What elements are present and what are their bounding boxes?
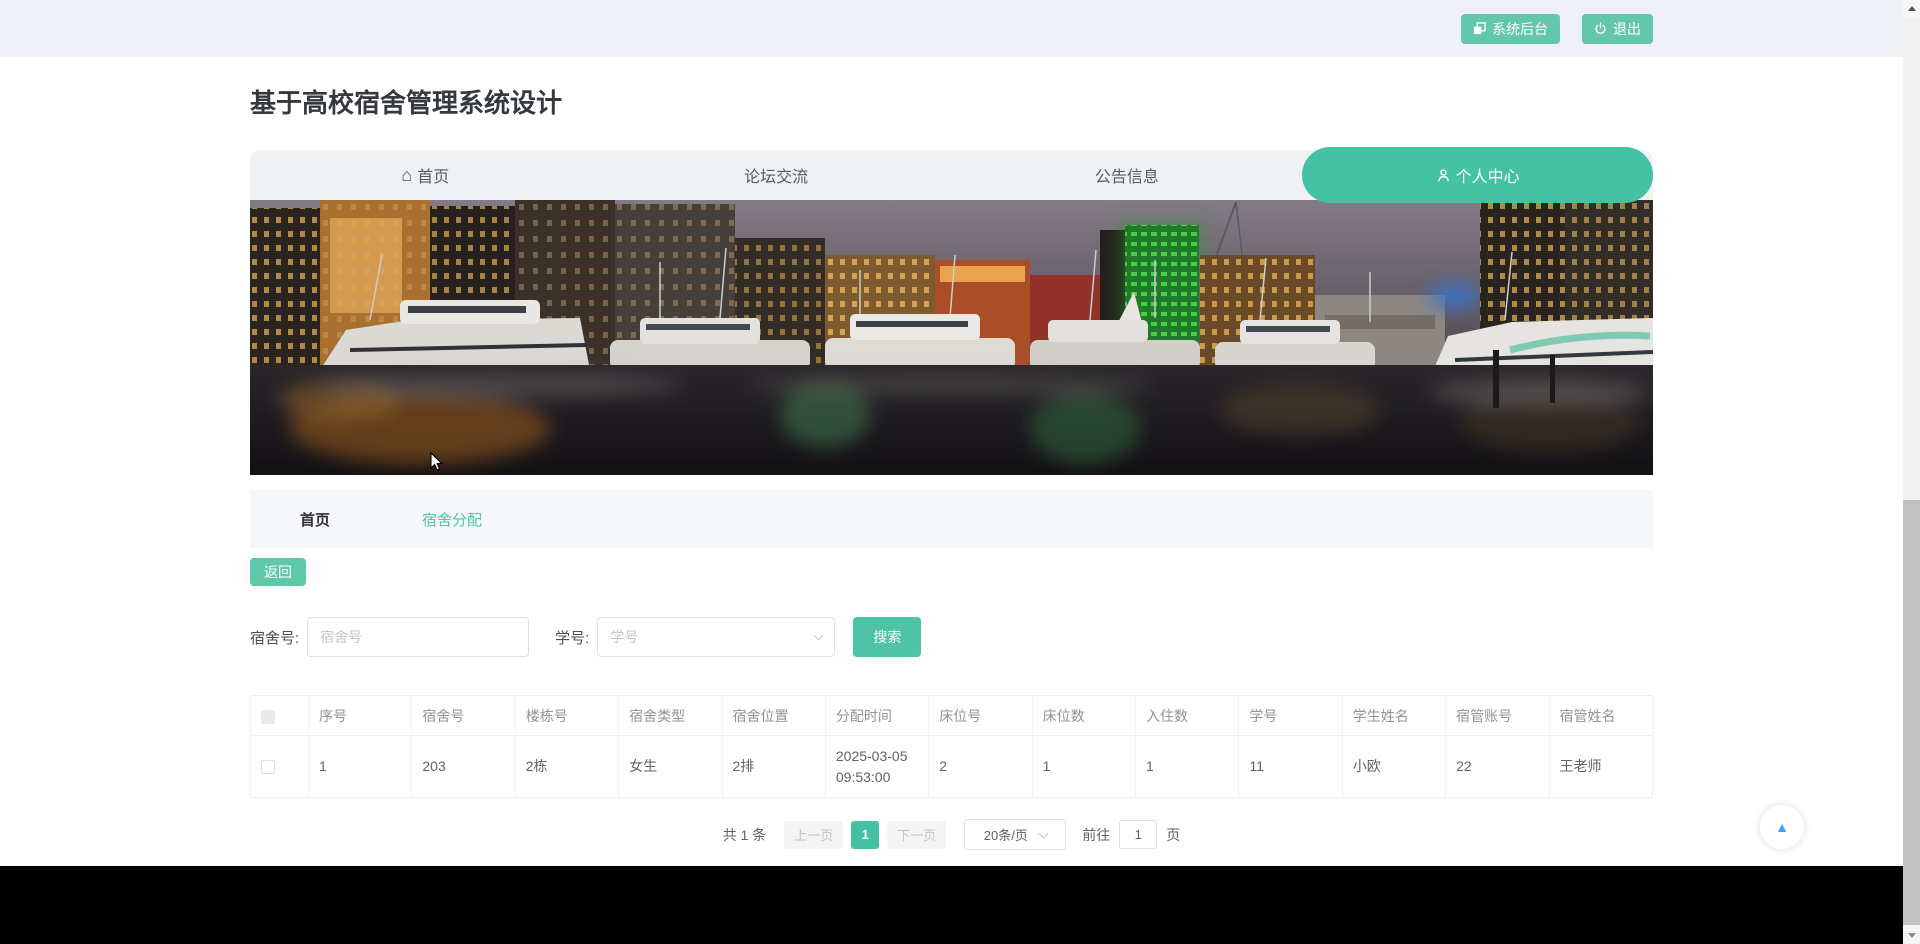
student-id-select-placeholder: 学号 bbox=[610, 629, 639, 645]
goto-page-group: 前往 页 bbox=[1082, 820, 1180, 849]
page-title: 基于高校宿舍管理系统设计 bbox=[250, 88, 563, 118]
dorm-number-input[interactable] bbox=[307, 617, 530, 657]
cell-building-number: 2栋 bbox=[514, 735, 620, 798]
admin-backend-label: 系统后台 bbox=[1492, 20, 1548, 37]
tab-home-label: 首页 bbox=[417, 169, 450, 186]
col-dorm-type: 宿舍类型 bbox=[618, 695, 723, 736]
hero-image bbox=[250, 200, 1653, 475]
row-checkbox-cell bbox=[250, 735, 309, 798]
col-bed-count: 床位数 bbox=[1031, 695, 1137, 736]
col-dorm-location: 宿舍位置 bbox=[721, 695, 826, 736]
power-icon bbox=[1595, 22, 1606, 34]
page-number-1[interactable]: 1 bbox=[851, 820, 880, 849]
cell-manager-account: 22 bbox=[1445, 735, 1550, 798]
windows-icon bbox=[1473, 22, 1486, 35]
cell-index: 1 bbox=[307, 735, 413, 798]
caret-up-icon: ▲ bbox=[1775, 819, 1789, 835]
col-dorm-number: 宿舍号 bbox=[411, 695, 516, 736]
nav-tabs: ⌂ 首页 论坛交流 公告信息 个人中心 bbox=[250, 147, 1653, 203]
chevron-down-icon bbox=[1038, 828, 1049, 838]
goto-label: 前往 bbox=[1082, 826, 1111, 843]
cell-student-id: 11 bbox=[1238, 735, 1343, 798]
page-unit-label: 页 bbox=[1166, 826, 1181, 843]
triangle-up-icon bbox=[1907, 6, 1916, 11]
back-button[interactable]: 返回 bbox=[250, 558, 306, 586]
cell-occupancy-count: 1 bbox=[1134, 735, 1240, 798]
col-building-number: 楼栋号 bbox=[514, 695, 620, 736]
scroll-down-arrow[interactable] bbox=[1903, 927, 1920, 944]
cell-manager-name: 王老师 bbox=[1548, 735, 1653, 798]
cell-allocation-time: 2025-03-05 09:53:00 bbox=[824, 735, 930, 798]
page-size-label: 20条/页 bbox=[983, 828, 1028, 843]
dorm-number-label: 宿舍号: bbox=[250, 629, 300, 647]
col-manager-name: 宿管姓名 bbox=[1548, 695, 1653, 736]
pagination-total: 共 1 条 bbox=[722, 826, 767, 843]
pagination: 共 1 条 上一页 1 下一页 20条/页 前往 页 bbox=[250, 819, 1653, 850]
goto-page-input[interactable] bbox=[1119, 820, 1158, 849]
student-id-label: 学号: bbox=[555, 629, 590, 647]
header-checkbox-cell bbox=[250, 695, 309, 736]
col-student-name: 学生姓名 bbox=[1341, 695, 1447, 736]
col-index: 序号 bbox=[307, 695, 413, 736]
hero-marina-illustration bbox=[250, 200, 1653, 475]
page-size-select[interactable]: 20条/页 bbox=[964, 819, 1067, 850]
user-icon bbox=[1437, 168, 1449, 181]
breadcrumb-current[interactable]: 宿舍分配 bbox=[422, 509, 482, 530]
chevron-down-icon bbox=[813, 630, 824, 641]
tab-personal-center[interactable]: 个人中心 bbox=[1302, 147, 1653, 203]
search-form: 宿舍号: 学号: 学号 搜索 bbox=[250, 617, 1653, 657]
admin-backend-button[interactable]: 系统后台 bbox=[1461, 13, 1560, 44]
tab-personal-center-label: 个人中心 bbox=[1455, 169, 1520, 186]
tab-forum-label: 论坛交流 bbox=[744, 169, 809, 186]
main-content: 基于高校宿舍管理系统设计 ⌂ 首页 论坛交流 公告信息 个人中心 首页 宿舍分配… bbox=[250, 57, 1653, 850]
cell-dorm-number: 203 bbox=[411, 735, 516, 798]
breadcrumb: 首页 宿舍分配 bbox=[250, 490, 1653, 548]
topbar-inner: 系统后台 退出 bbox=[250, 0, 1653, 57]
topbar: 系统后台 退出 bbox=[0, 0, 1903, 57]
home-icon: ⌂ bbox=[401, 165, 413, 185]
tab-forum[interactable]: 论坛交流 bbox=[601, 150, 952, 200]
scrollbar[interactable] bbox=[1903, 0, 1920, 944]
table-row: 1 203 2栋 女生 2排 2025-03-05 09:53:00 2 1 1… bbox=[250, 735, 1653, 798]
tab-announcements[interactable]: 公告信息 bbox=[952, 150, 1303, 200]
cell-dorm-type: 女生 bbox=[618, 735, 723, 798]
col-bed-number: 床位号 bbox=[928, 695, 1033, 736]
student-id-select[interactable]: 学号 bbox=[597, 617, 836, 657]
scrollbar-thumb[interactable] bbox=[1903, 500, 1920, 925]
dorm-allocation-table: 序号 宿舍号 楼栋号 宿舍类型 宿舍位置 分配时间 床位号 床位数 入住数 学号… bbox=[250, 695, 1653, 798]
select-all-checkbox[interactable] bbox=[261, 709, 275, 724]
next-page-button[interactable]: 下一页 bbox=[887, 820, 947, 849]
row-checkbox[interactable] bbox=[261, 760, 275, 775]
cell-bed-count: 1 bbox=[1031, 735, 1137, 798]
col-occupancy-count: 入住数 bbox=[1134, 695, 1240, 736]
table-header-row: 序号 宿舍号 楼栋号 宿舍类型 宿舍位置 分配时间 床位号 床位数 入住数 学号… bbox=[250, 695, 1653, 736]
cell-bed-number: 2 bbox=[928, 735, 1033, 798]
triangle-down-icon bbox=[1907, 933, 1916, 938]
cell-student-name: 小欧 bbox=[1341, 735, 1447, 798]
col-allocation-time: 分配时间 bbox=[824, 695, 930, 736]
col-student-id: 学号 bbox=[1238, 695, 1343, 736]
prev-page-button[interactable]: 上一页 bbox=[784, 820, 844, 849]
page: 系统后台 退出 基于高校宿舍管理系统设计 ⌂ 首页 论坛交流 公告信息 个人中心… bbox=[0, 0, 1903, 944]
logout-label: 退出 bbox=[1613, 20, 1641, 37]
footer bbox=[0, 866, 1903, 944]
scroll-up-arrow[interactable] bbox=[1903, 0, 1920, 17]
col-manager-account: 宿管账号 bbox=[1445, 695, 1550, 736]
breadcrumb-home[interactable]: 首页 bbox=[300, 509, 330, 530]
cell-dorm-location: 2排 bbox=[721, 735, 826, 798]
tab-announcements-label: 公告信息 bbox=[1094, 169, 1159, 186]
back-to-top-button[interactable]: ▲ bbox=[1760, 805, 1804, 849]
search-button[interactable]: 搜索 bbox=[853, 617, 922, 657]
logout-button[interactable]: 退出 bbox=[1582, 13, 1653, 44]
tab-home[interactable]: ⌂ 首页 bbox=[250, 150, 601, 200]
